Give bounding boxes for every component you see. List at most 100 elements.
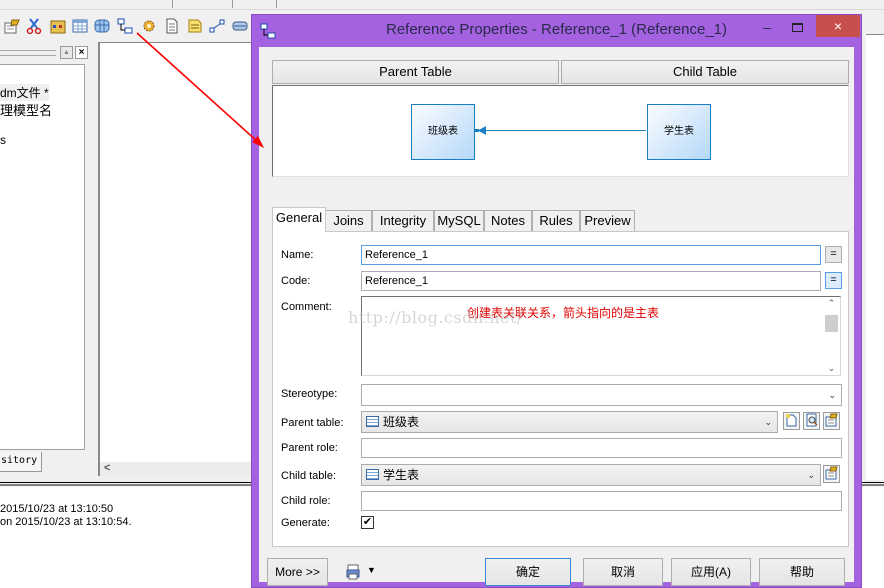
code-label: Code: <box>281 275 311 287</box>
main-toolbar-row-1 <box>0 0 884 10</box>
tree-item-model-file[interactable]: dm文件 * <box>0 84 49 101</box>
child-role-label: Child role: <box>281 495 331 507</box>
child-role-input[interactable] <box>361 491 842 511</box>
reference-arrowhead-icon <box>475 126 486 135</box>
stereotype-label: Stereotype: <box>281 388 338 400</box>
parent-table-button[interactable]: Parent Table <box>272 60 559 84</box>
text-note-icon[interactable] <box>187 18 203 34</box>
tab-repository[interactable]: sitory <box>0 452 42 472</box>
scroll-thumb[interactable] <box>825 315 838 332</box>
tab-rules[interactable]: Rules <box>532 210 580 231</box>
maximize-icon <box>791 23 803 32</box>
procedure-icon[interactable] <box>141 18 157 34</box>
close-button[interactable]: × <box>816 15 860 37</box>
panel-grip[interactable] <box>0 50 56 56</box>
more-button[interactable]: More >> <box>267 558 328 586</box>
parent-entity-box[interactable]: 班级表 <box>411 104 475 160</box>
maximize-button[interactable] <box>782 15 812 37</box>
tab-preview[interactable]: Preview <box>580 210 635 231</box>
name-code-sync-button[interactable]: = <box>825 246 842 263</box>
generate-label: Generate: <box>281 517 330 529</box>
view-icon[interactable] <box>94 18 110 34</box>
find-parent-table-button[interactable] <box>803 412 820 430</box>
parent-table-select[interactable]: 班级表 ⌄ <box>361 411 778 433</box>
package-icon[interactable] <box>50 18 66 34</box>
link-icon[interactable] <box>209 18 225 34</box>
output-line: 2015/10/23 at 13:10:50 <box>0 503 114 515</box>
minimize-button[interactable]: – <box>752 19 782 41</box>
reference-preview: 班级表 学生表 <box>272 85 849 177</box>
dialog-title: Reference Properties - Reference_1 (Refe… <box>385 21 727 38</box>
table-icon <box>366 469 379 480</box>
stereotype-combo[interactable]: ⌄ <box>361 384 842 406</box>
toolbar-separator <box>276 0 277 8</box>
parent-role-input[interactable] <box>361 438 842 458</box>
dialog-title-bar[interactable]: Reference Properties - Reference_1 (Refe… <box>252 15 861 47</box>
panel-close-button[interactable]: × <box>75 46 88 59</box>
comment-scrollbar[interactable]: ⌃ ⌄ <box>824 298 839 374</box>
scroll-up-icon[interactable]: ⌃ <box>824 298 839 309</box>
tree-item-collection[interactable]: s <box>0 133 6 147</box>
chevron-left-icon[interactable]: < <box>104 462 110 474</box>
toolbar-separator <box>172 0 173 8</box>
parent-table-properties-button[interactable] <box>823 412 840 430</box>
canvas-horizontal-scrollbar[interactable]: < <box>98 462 258 476</box>
canvas-right-area <box>866 34 884 480</box>
general-tab-panel: Name: = Code: = Comment: 创建表关联关系，箭头指向的是主… <box>272 231 849 547</box>
child-table-button[interactable]: Child Table <box>561 60 849 84</box>
tab-notes[interactable]: Notes <box>484 210 532 231</box>
help-button[interactable]: 帮助 <box>759 558 845 586</box>
watermark-text: http://blog.csdn.net/ <box>348 308 523 327</box>
tab-general[interactable]: General <box>272 207 326 232</box>
code-name-sync-button[interactable]: = <box>825 272 842 289</box>
chevron-down-icon[interactable]: ⌄ <box>764 412 772 432</box>
reference-properties-dialog: Reference Properties - Reference_1 (Refe… <box>251 14 862 588</box>
browser-tree: dm文件 * 理模型名 s <box>0 64 85 450</box>
child-entity-box[interactable]: 学生表 <box>647 104 711 160</box>
property-tabs: General Joins Integrity MySQL Notes Rule… <box>272 207 832 232</box>
tab-joins[interactable]: Joins <box>325 210 372 231</box>
scroll-down-icon[interactable]: ⌄ <box>824 363 839 374</box>
storage-icon[interactable] <box>232 18 248 34</box>
comment-label: Comment: <box>281 301 332 313</box>
caret-down-icon[interactable]: ▼ <box>367 565 376 575</box>
reference-icon[interactable] <box>117 18 133 34</box>
properties-icon <box>825 413 838 427</box>
properties-icon[interactable] <box>4 18 20 34</box>
diagram-canvas[interactable] <box>98 42 258 462</box>
child-table-label: Child table: <box>281 470 337 482</box>
panel-maximize-button[interactable]: ▲ <box>60 46 73 59</box>
child-table-properties-button[interactable] <box>823 465 840 483</box>
ok-button[interactable]: 确定 <box>485 558 571 586</box>
code-input[interactable] <box>361 271 821 291</box>
browser-header: ▲ × <box>0 46 88 60</box>
parent-table-label: Parent table: <box>281 417 344 429</box>
name-label: Name: <box>281 249 314 261</box>
file-icon[interactable] <box>164 18 180 34</box>
reference-icon <box>260 23 276 39</box>
cut-icon[interactable] <box>26 18 42 34</box>
apply-button[interactable]: 应用(A) <box>671 558 751 586</box>
parent-table-value: 班级表 <box>383 415 420 429</box>
table-selector-bar: Parent Table Child Table <box>272 60 849 84</box>
cancel-button[interactable]: 取消 <box>583 558 663 586</box>
find-icon <box>806 413 818 427</box>
reference-link-line <box>478 130 646 131</box>
child-table-select[interactable]: 学生表 ⌄ <box>361 464 821 486</box>
name-input[interactable] <box>361 245 821 265</box>
print-icon[interactable] <box>346 564 360 580</box>
output-line: on 2015/10/23 at 13:10:54. <box>0 516 132 528</box>
chevron-down-icon[interactable]: ⌄ <box>807 465 815 485</box>
tab-mysql[interactable]: MySQL <box>434 210 484 231</box>
object-browser-panel: ▲ × dm文件 * 理模型名 s sitory <box>0 42 90 477</box>
toolbar-separator <box>232 0 233 8</box>
create-parent-table-button[interactable] <box>783 412 800 430</box>
chevron-down-icon[interactable]: ⌄ <box>828 385 836 405</box>
generate-checkbox[interactable]: ✔ <box>361 516 374 529</box>
tree-item-physical-model[interactable]: 理模型名 <box>0 100 52 119</box>
table-icon[interactable] <box>72 18 88 34</box>
tab-integrity[interactable]: Integrity <box>372 210 434 231</box>
properties-icon <box>825 466 838 480</box>
child-table-value: 学生表 <box>383 468 420 482</box>
dialog-client-area: Parent Table Child Table 班级表 学生表 General… <box>259 47 854 586</box>
